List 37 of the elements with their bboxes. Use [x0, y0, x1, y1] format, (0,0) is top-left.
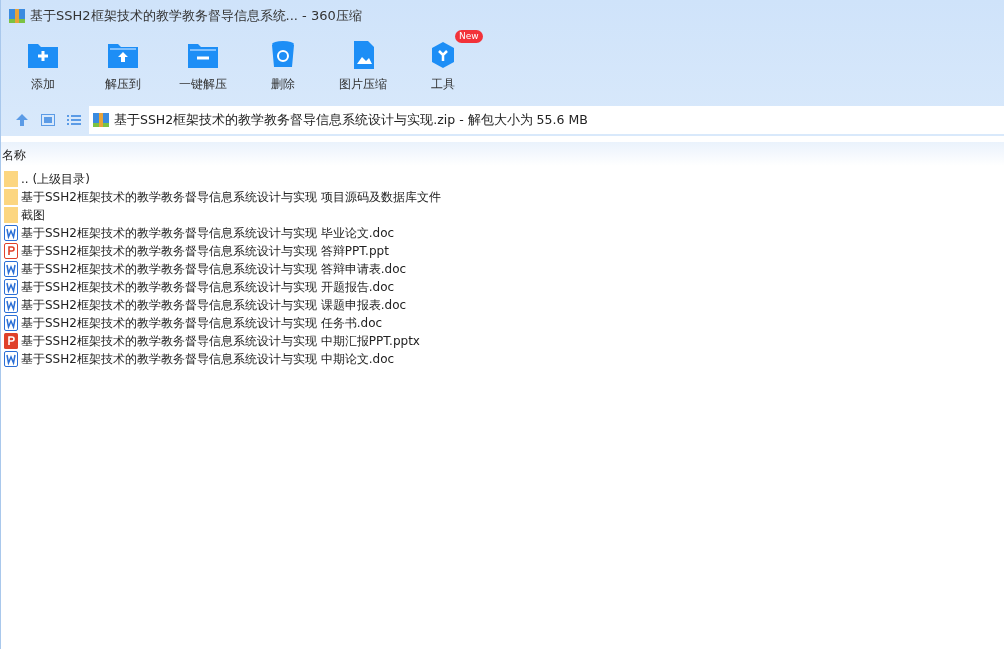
list-view-icon[interactable]	[67, 114, 81, 126]
presentation-document-icon	[4, 333, 18, 349]
file-name[interactable]: 基于SSH2框架技术的教学教务督导信息系统设计与实现 任务书.doc	[21, 314, 383, 332]
file-name[interactable]: 基于SSH2框架技术的教学教务督导信息系统设计与实现 课题申报表.doc	[21, 296, 407, 314]
file-name[interactable]: 截图	[21, 206, 45, 224]
toolbar-button[interactable]: 解压到	[83, 32, 163, 104]
file-name[interactable]: 基于SSH2框架技术的教学教务督导信息系统设计与实现 答辩PPT.ppt	[21, 242, 389, 260]
window-title: 基于SSH2框架技术的教学教务督导信息系统... - 360压缩	[30, 7, 362, 25]
address-field[interactable]: 基于SSH2框架技术的教学教务督导信息系统设计与实现.zip - 解包大小为 55.6 MB	[89, 106, 1004, 134]
file-name[interactable]: 基于SSH2框架技术的教学教务督导信息系统设计与实现 毕业论文.doc	[21, 224, 395, 242]
toolbar-button[interactable]: 图片压缩	[323, 32, 403, 104]
word-document-icon	[4, 351, 18, 367]
word-document-icon	[4, 279, 18, 295]
toolbar-button[interactable]: 一键解压	[163, 32, 243, 104]
word-document-icon	[4, 261, 18, 277]
up-arrow-icon[interactable]	[15, 113, 29, 127]
toolbar-button[interactable]: 工具 New	[403, 32, 483, 104]
toolbar-button[interactable]: 删除	[243, 32, 323, 104]
new-badge: New	[455, 30, 483, 43]
file-name[interactable]: 基于SSH2框架技术的教学教务督导信息系统设计与实现 开题报告.doc	[21, 278, 395, 296]
column-header[interactable]: 名称	[1, 147, 26, 164]
word-document-icon	[4, 297, 18, 313]
presentation-document-icon	[4, 243, 18, 259]
file-name[interactable]: 基于SSH2框架技术的教学教务督导信息系统设计与实现 项目源码及数据库文件	[21, 188, 441, 206]
folder-icon	[4, 171, 18, 187]
toolbar-button[interactable]: 添加	[3, 32, 83, 104]
word-document-icon	[4, 225, 18, 241]
folder-icon	[4, 207, 18, 223]
file-name[interactable]: 基于SSH2框架技术的教学教务督导信息系统设计与实现 中期汇报PPT.pptx	[21, 332, 420, 350]
archive-icon	[9, 8, 25, 24]
file-name[interactable]: 基于SSH2框架技术的教学教务督导信息系统设计与实现 中期论文.doc	[21, 350, 395, 368]
word-document-icon	[4, 315, 18, 331]
file-name[interactable]: 基于SSH2框架技术的教学教务督导信息系统设计与实现 答辩申请表.doc	[21, 260, 407, 278]
archive-icon	[93, 112, 109, 128]
folder-icon	[4, 189, 18, 205]
file-name[interactable]: .. (上级目录)	[21, 170, 90, 188]
thumbnail-view-icon[interactable]	[41, 114, 55, 126]
